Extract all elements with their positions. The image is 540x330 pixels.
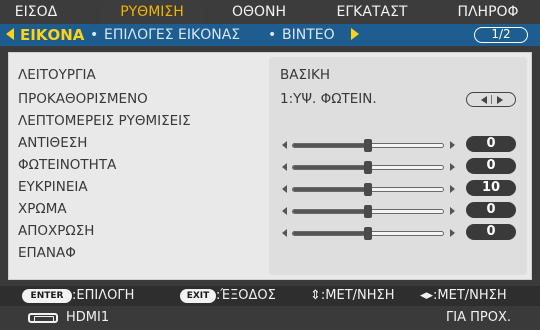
tab-input[interactable]: ΕΙΣΟΔ (6, 0, 66, 24)
brightness-slider[interactable]: 0 (282, 158, 522, 175)
slider-fill (293, 188, 368, 191)
slider-left-icon[interactable] (282, 229, 287, 237)
contrast-slider[interactable]: 0 (282, 136, 522, 153)
contrast-label[interactable]: ΑΝΤΙΘΕΣΗ (18, 135, 87, 151)
sharpness-label[interactable]: ΕΥΚΡΙΝΕΙΑ (18, 179, 88, 195)
slider-right-icon[interactable] (450, 185, 455, 193)
slider-right-icon[interactable] (450, 163, 455, 171)
exit-hint: :ΈΞΟΔΟΣ (216, 288, 276, 303)
enter-key-badge: ENTER (22, 289, 72, 303)
color-label[interactable]: ΧΡΩΜΑ (18, 201, 67, 217)
key-hint-bar: ENTER :ΕΠΙΛΟΓΗ EXIT :ΈΞΟΔΟΣ ⇕:ΜΕΤ/ΝΗΣΗ ◂… (0, 286, 540, 306)
slider-left-icon[interactable] (282, 141, 287, 149)
slider-thumb[interactable] (364, 227, 372, 240)
exit-key-badge: EXIT (180, 289, 216, 303)
preset-selector[interactable] (466, 92, 516, 107)
slider-left-icon[interactable] (282, 163, 287, 171)
submenu-picture[interactable]: ΕΙΚΟΝΑ (20, 24, 84, 46)
slider-fill (293, 166, 368, 169)
color-slider[interactable]: 0 (282, 202, 522, 219)
slider-track[interactable] (292, 227, 444, 240)
preset-label[interactable]: ΠΡΟΚΑΘΟΡΙΣΜΕΝΟ (18, 91, 148, 107)
slider-right-icon[interactable] (450, 229, 455, 237)
tab-setup[interactable]: ΡΥΘΜΙΣΗ (100, 0, 204, 24)
separator-dot: • (268, 27, 277, 43)
hue-label[interactable]: ΑΠΟΧΡΩΣΗ (18, 223, 94, 239)
input-source: HDMI1 (66, 310, 110, 325)
top-tab-bar: ΕΙΣΟΔ ΡΥΘΜΙΣΗ ΟΘΟΝΗ ΕΓΚΑΤΑΣΤ ΠΛΗΡΟΦ (0, 0, 540, 24)
brightness-value: 0 (466, 158, 516, 174)
slider-thumb[interactable] (364, 205, 372, 218)
page-indicator: 1/2 (474, 27, 528, 43)
sub-menu-bar: ΕΙΚΟΝΑ • ΕΠΙΛΟΓΕΣ ΕΙΚΟΝΑΣ • ΒΙΝΤΕΟ 1/2 (0, 24, 540, 46)
slider-fill (293, 144, 368, 147)
selector-divider (491, 95, 492, 104)
slider-fill (293, 210, 368, 213)
color-value: 0 (466, 202, 516, 218)
slider-thumb[interactable] (364, 183, 372, 196)
slider-thumb[interactable] (364, 161, 372, 174)
arrow-left-icon[interactable] (6, 28, 14, 40)
hue-value: 0 (466, 224, 516, 240)
slider-right-icon[interactable] (450, 141, 455, 149)
slider-track[interactable] (292, 183, 444, 196)
slider-track[interactable] (292, 161, 444, 174)
mode-value: ΒΑΣΙΚΗ (280, 67, 331, 83)
submenu-picture-options[interactable]: ΕΠΙΛΟΓΕΣ ΕΙΚΟΝΑΣ (104, 24, 240, 46)
status-bar: HDMI1 ΓΙΑ ΠΡΟΧ. (0, 306, 540, 330)
enter-hint: :ΕΠΙΛΟΓΗ (72, 288, 135, 303)
hdmi-connector-icon (28, 313, 58, 323)
adjust-hint: ◂▸:ΜΕΤ/ΝΗΣΗ (420, 288, 507, 303)
move-hint: ⇕:ΜΕΤ/ΝΗΣΗ (310, 288, 395, 303)
selector-left-icon (481, 96, 487, 104)
brightness-label[interactable]: ΦΩΤΕΙΝΟΤΗΤΑ (18, 157, 116, 173)
slider-thumb[interactable] (364, 139, 372, 152)
hue-slider[interactable]: 0 (282, 224, 522, 241)
slider-left-icon[interactable] (282, 207, 287, 215)
reset-label[interactable]: ΕΠΑΝΑΦ (18, 245, 76, 261)
slider-track[interactable] (292, 205, 444, 218)
preset-value: 1:ΥΨ. ΦΩΤΕΙΝ. (280, 91, 377, 107)
slider-track[interactable] (292, 139, 444, 152)
sharpness-slider[interactable]: 10 (282, 180, 522, 197)
slider-left-icon[interactable] (282, 185, 287, 193)
tab-installation[interactable]: ΕΓΚΑΤΑΣΤ (318, 0, 426, 24)
sharpness-value: 10 (466, 180, 516, 196)
tab-display[interactable]: ΟΘΟΝΗ (222, 0, 296, 24)
separator-dot: • (90, 27, 99, 43)
tab-info[interactable]: ΠΛΗΡΟΦ (444, 0, 532, 24)
mode-label[interactable]: ΛΕΙΤΟΥΡΓΙΑ (18, 67, 96, 83)
arrow-right-icon[interactable] (351, 28, 359, 40)
submenu-video[interactable]: ΒΙΝΤΕΟ (282, 24, 335, 46)
detail-settings-label[interactable]: ΛΕΠΤΟΜΕΡΕΙΣ ΡΥΘΜΙΣΕΙΣ (18, 113, 191, 129)
operation-mode: ΓΙΑ ΠΡΟΧ. (446, 310, 511, 325)
contrast-value: 0 (466, 136, 516, 152)
slider-fill (293, 232, 368, 235)
selector-right-icon (497, 96, 503, 104)
slider-right-icon[interactable] (450, 207, 455, 215)
